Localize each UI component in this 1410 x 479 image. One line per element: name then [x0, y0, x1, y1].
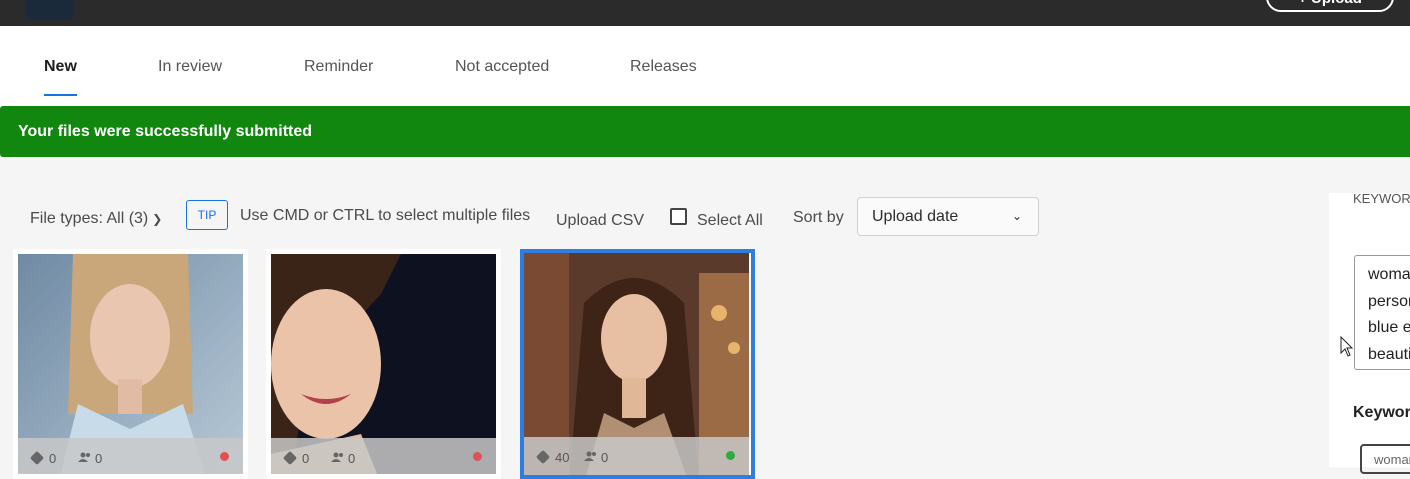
- keyword-chip[interactable]: woman: [1360, 444, 1410, 474]
- keywords-header: KEYWORDS: [1353, 191, 1410, 206]
- keyword-count: 40: [555, 450, 570, 465]
- release-count: 0: [95, 451, 103, 466]
- app-logo[interactable]: [26, 0, 74, 20]
- tip-text: Use CMD or CTRL to select multiple files: [240, 207, 531, 224]
- success-banner: Your files were successfully submitted: [0, 106, 1410, 157]
- select-all-label[interactable]: Select All: [697, 212, 763, 230]
- mouse-cursor-icon: [1340, 336, 1354, 357]
- active-tab-indicator: [44, 94, 77, 96]
- app-header: + Upload: [0, 0, 1410, 26]
- file-card[interactable]: 0 0: [13, 249, 248, 479]
- select-all-checkbox[interactable]: [670, 208, 687, 225]
- keywords-title: Keywords: [1353, 404, 1410, 421]
- keyword-line: person: [1368, 292, 1410, 310]
- status-dot: [473, 452, 482, 461]
- chevron-down-icon: ❯: [152, 212, 163, 226]
- status-dot: [220, 452, 229, 461]
- tab-reminder[interactable]: Reminder: [304, 58, 373, 76]
- keyword-line: blue eyes: [1368, 319, 1410, 336]
- people-icon: [78, 452, 90, 462]
- keywords-textarea[interactable]: woman person blue eyes beautiful: [1354, 255, 1410, 370]
- keyword-count: 0: [302, 451, 310, 466]
- chevron-down-icon: ⌄: [1011, 209, 1022, 223]
- file-meta-bar: 0 0: [18, 438, 243, 474]
- tab-not-accepted[interactable]: Not accepted: [455, 58, 549, 76]
- release-count: 0: [348, 451, 356, 466]
- tab-bar: New In review Reminder Not accepted Rele…: [0, 26, 1410, 106]
- file-types-filter[interactable]: File types: All (3) ❯: [30, 210, 162, 228]
- keyword-line: beautiful: [1368, 345, 1410, 363]
- people-icon: [584, 451, 596, 461]
- tag-icon: [535, 449, 551, 465]
- file-meta-bar: 0 0: [271, 438, 496, 474]
- file-meta-bar: 40 0: [524, 437, 749, 475]
- tab-in-review[interactable]: In review: [158, 58, 222, 76]
- release-count: 0: [601, 450, 609, 465]
- upload-csv-button[interactable]: Upload CSV: [556, 212, 644, 230]
- file-types-label: File types: All (3): [30, 210, 149, 227]
- sort-select-value: Upload date: [872, 208, 959, 225]
- tag-icon: [29, 450, 45, 466]
- sort-by-label: Sort by: [793, 209, 844, 226]
- tab-new[interactable]: New: [44, 58, 77, 76]
- file-card[interactable]: 0 0: [266, 249, 501, 479]
- tag-icon: [282, 450, 298, 466]
- status-dot: [726, 451, 735, 460]
- keyword-count: 0: [49, 451, 57, 466]
- tab-releases[interactable]: Releases: [630, 58, 697, 76]
- tip-badge: TIP: [186, 200, 228, 230]
- people-icon: [331, 452, 343, 462]
- sort-select[interactable]: Upload date ⌄: [857, 197, 1039, 236]
- file-card-selected[interactable]: 40 0: [520, 249, 755, 479]
- keyword-line: woman: [1368, 266, 1410, 283]
- upload-button[interactable]: + Upload: [1266, 0, 1394, 12]
- keywords-side-panel: KEYWORDS woman person blue eyes beautifu…: [1329, 191, 1410, 474]
